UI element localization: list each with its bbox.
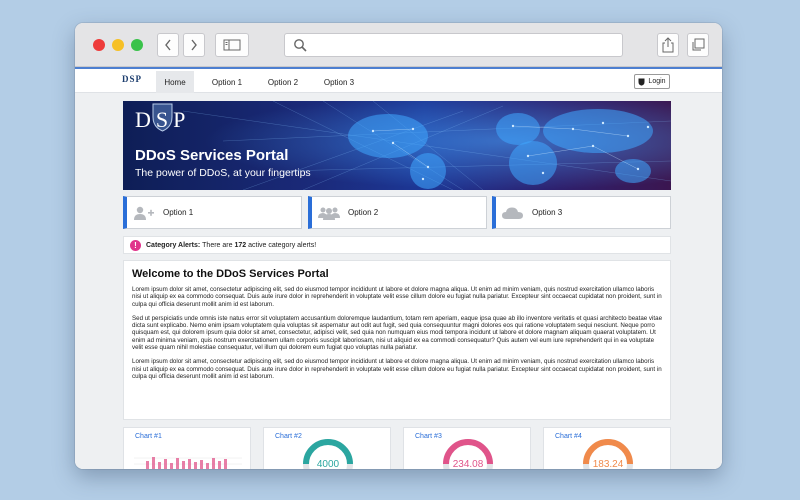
nav-option-1[interactable]: Option 1 [203, 71, 251, 93]
tabs-button[interactable] [687, 33, 709, 57]
site-navbar: DSP Home Option 1 Option 2 Option 3 Logi… [75, 67, 722, 93]
share-button[interactable] [657, 33, 679, 57]
forward-button[interactable] [183, 33, 205, 57]
hero-logo: DSP [135, 107, 191, 132]
minimize-window-button[interactable] [112, 39, 124, 51]
chevron-left-icon [165, 39, 171, 51]
chart-card-4[interactable]: Chart #4 183.24 [543, 427, 671, 469]
alert-text-after: active category alerts! [248, 241, 317, 249]
option-card-2[interactable]: Option 2 [308, 196, 487, 229]
browser-window: DSP Home Option 1 Option 2 Option 3 Logi… [75, 23, 722, 469]
welcome-panel: Welcome to the DDoS Services Portal Lore… [123, 260, 671, 420]
group-icon [318, 206, 340, 220]
option-card-1-label: Option 1 [163, 208, 194, 217]
share-icon [662, 37, 674, 53]
chart-card-2[interactable]: Chart #2 4000 [263, 427, 391, 469]
back-button[interactable] [157, 33, 179, 57]
sidebar-icon [223, 39, 241, 51]
chart-2-value: 4000 [316, 459, 340, 469]
chart-4-value: 183.24 [592, 459, 624, 469]
site-logo[interactable]: DSP [122, 74, 142, 84]
bar-chart-graphic [134, 457, 242, 469]
nav-home[interactable]: Home [156, 71, 194, 93]
tabs-icon [692, 38, 705, 51]
welcome-paragraph: Lorem ipsum dolor sit amet, consectetur … [132, 286, 662, 308]
welcome-paragraph: Sed ut perspiciatis unde omnis iste natu… [132, 314, 663, 352]
option-card-1[interactable]: Option 1 [123, 196, 302, 229]
alert-text-before: There are [202, 241, 233, 249]
welcome-title: Welcome to the DDoS Services Portal [132, 268, 329, 280]
chart-card-3[interactable]: Chart #3 234.08 [403, 427, 531, 469]
login-button[interactable]: Login [634, 74, 670, 89]
web-page: DSP Home Option 1 Option 2 Option 3 Logi… [75, 67, 722, 469]
search-icon [294, 39, 307, 52]
hero-subtitle: The power of DDoS, at your fingertips [135, 167, 311, 179]
maximize-window-button[interactable] [131, 39, 143, 51]
option-card-3-label: Option 3 [532, 208, 563, 217]
close-window-button[interactable] [93, 39, 105, 51]
shield-icon [638, 78, 645, 86]
alert-label: Category Alerts: [146, 241, 201, 249]
option-card-3[interactable]: Option 3 [492, 196, 671, 229]
add-user-icon [133, 206, 155, 220]
login-label: Login [648, 78, 666, 85]
chevron-right-icon [191, 39, 197, 51]
address-bar[interactable] [284, 33, 623, 57]
alert-count: 172 [234, 241, 247, 249]
welcome-paragraph: Lorem ipsum dolor sit amet, consectetur … [132, 358, 662, 380]
category-alert-bar: ! Category Alerts: There are 172 active … [123, 236, 671, 254]
browser-titlebar [75, 23, 722, 67]
nav-option-2[interactable]: Option 2 [259, 71, 307, 93]
nav-option-3[interactable]: Option 3 [315, 71, 363, 93]
cloud-icon [502, 206, 524, 220]
site-logo-text: DSP [122, 74, 143, 84]
alert-icon: ! [130, 239, 141, 251]
hero-banner: DSP DDoS Services Portal The power of DD… [123, 101, 671, 190]
option-card-2-label: Option 2 [348, 208, 379, 217]
hero-title: DDoS Services Portal [135, 147, 289, 164]
chart-card-1[interactable]: Chart #1 [123, 427, 251, 469]
chart-3-value: 234.08 [452, 459, 484, 469]
sidebar-toggle-button[interactable] [215, 33, 249, 57]
